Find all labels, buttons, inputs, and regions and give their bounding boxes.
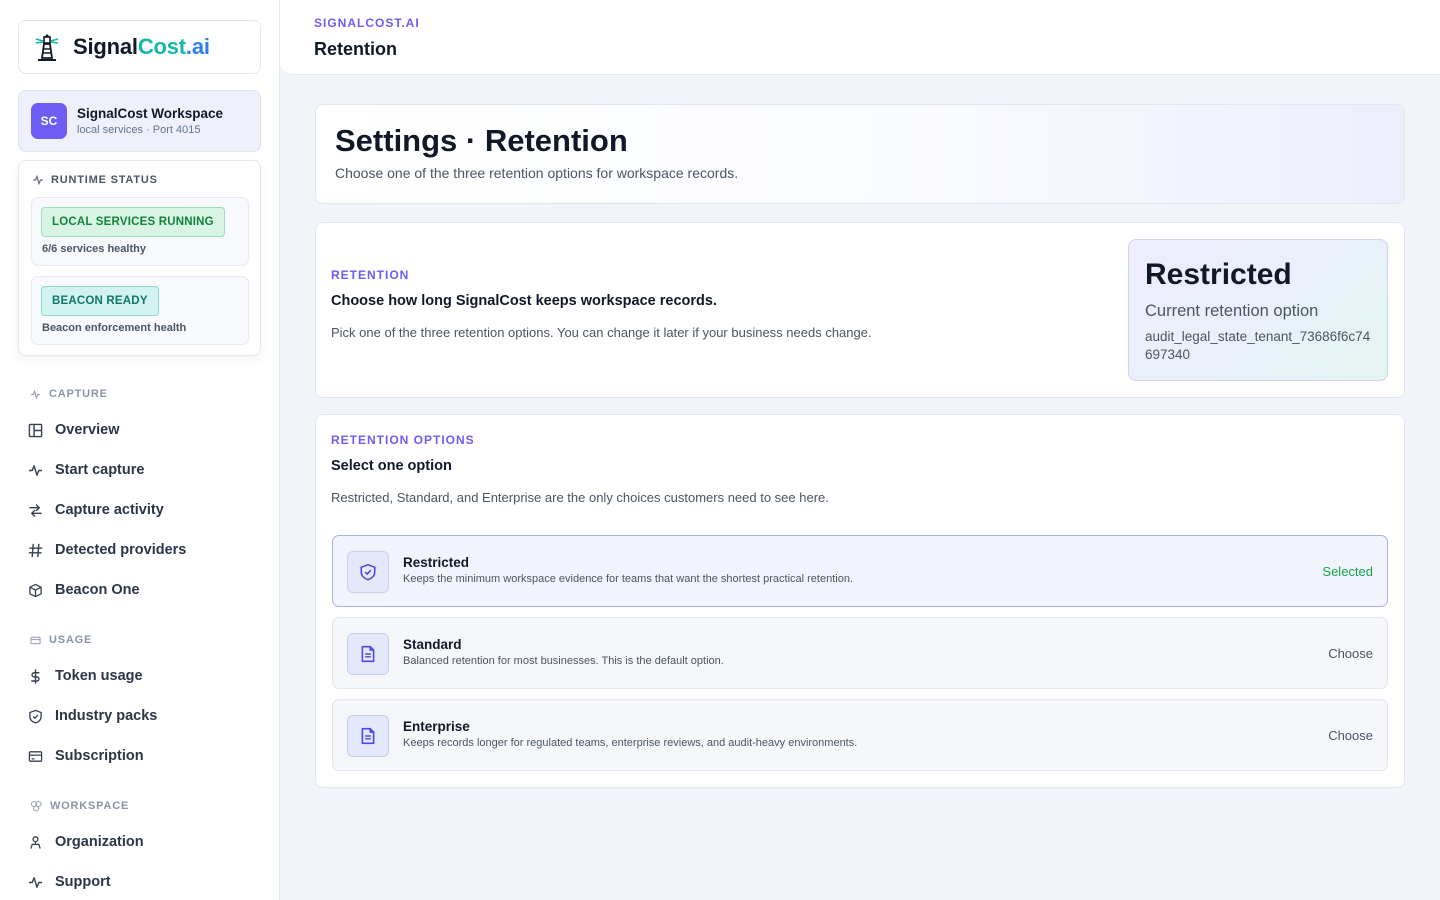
page-title: Retention <box>314 39 397 59</box>
workspace-avatar: SC <box>31 103 67 139</box>
activity-icon <box>28 464 43 476</box>
current-retention-label: Current retention option <box>1145 302 1319 320</box>
status-text: Beacon enforcement health <box>42 322 187 334</box>
hash-icon <box>28 543 43 557</box>
hero-subtitle: Choose one of the three retention option… <box>335 165 739 181</box>
runtime-status-heading: RUNTIME STATUS <box>32 174 158 186</box>
arrows-icon <box>29 503 42 517</box>
document-icon <box>347 715 389 757</box>
workspace-icon <box>30 800 42 812</box>
option-title: Enterprise <box>403 719 470 734</box>
retention-heading: Choose how long SignalCost keeps workspa… <box>331 293 717 309</box>
sidebar-item-overview[interactable]: Overview <box>28 418 258 442</box>
activity-icon <box>30 389 41 399</box>
sidebar-item-token-usage[interactable]: Token usage <box>28 664 258 688</box>
retention-description: Pick one of the three retention options.… <box>331 325 872 340</box>
status-badge: LOCAL SERVICES RUNNING <box>41 207 225 237</box>
workspace-switcher[interactable]: SC SignalCost Workspace local services ·… <box>18 90 261 152</box>
card-icon <box>30 636 41 644</box>
option-description: Keeps records longer for regulated teams… <box>403 737 858 749</box>
option-title: Standard <box>403 637 462 652</box>
shield-icon <box>29 709 42 724</box>
workspace-name: SignalCost Workspace <box>77 106 224 121</box>
sidebar-item-organization[interactable]: Organization <box>28 830 258 854</box>
beacon-status-card: BEACON READY Beacon enforcement health <box>31 276 249 345</box>
services-status-card: LOCAL SERVICES RUNNING 6/6 services heal… <box>31 197 249 266</box>
sidebar: SignalCost.ai SC SignalCost Workspace lo… <box>0 0 280 900</box>
option-choose-button[interactable]: Choose <box>1328 646 1373 661</box>
document-icon <box>347 633 389 675</box>
options-description: Restricted, Standard, and Enterprise are… <box>331 490 829 505</box>
retention-eyebrow: RETENTION <box>331 268 410 282</box>
top-bar: SIGNALCOST.AI Retention <box>280 0 1440 75</box>
option-description: Keeps the minimum workspace evidence for… <box>403 573 853 585</box>
nav-section-workspace: WORKSPACE <box>30 800 129 812</box>
sidebar-item-beacon-one[interactable]: Beacon One <box>28 578 258 602</box>
status-badge: BEACON READY <box>41 286 159 316</box>
options-heading: Select one option <box>331 458 452 474</box>
brand-name: SignalCost.ai <box>73 34 210 59</box>
sidebar-item-support[interactable]: Support <box>28 870 258 894</box>
option-selected-label: Selected <box>1322 564 1373 579</box>
card-icon <box>28 750 43 762</box>
breadcrumb[interactable]: SIGNALCOST.AI <box>314 16 420 30</box>
nav-section-usage: USAGE <box>30 634 92 646</box>
current-retention-box: Restricted Current retention option audi… <box>1128 239 1388 381</box>
retention-card: RETENTION Choose how long SignalCost kee… <box>315 222 1405 398</box>
sidebar-item-industry-packs[interactable]: Industry packs <box>28 704 258 728</box>
option-title: Restricted <box>403 555 470 570</box>
option-standard[interactable]: Standard Balanced retention for most bus… <box>332 617 1388 689</box>
current-retention-id: audit_legal_state_tenant_73686f6c7469734… <box>1145 329 1371 362</box>
options-eyebrow: RETENTION OPTIONS <box>331 433 475 447</box>
current-retention-value: Restricted <box>1145 258 1292 291</box>
workspace-subtitle: local services · Port 4015 <box>77 124 201 136</box>
org-icon <box>30 835 41 849</box>
dollar-icon <box>31 668 40 684</box>
activity-icon <box>28 876 43 888</box>
shield-check-icon <box>347 551 389 593</box>
sidebar-item-subscription[interactable]: Subscription <box>28 744 258 768</box>
sidebar-item-detected-providers[interactable]: Detected providers <box>28 538 258 562</box>
option-choose-button[interactable]: Choose <box>1328 728 1373 743</box>
brand-logo[interactable]: SignalCost.ai <box>18 20 261 74</box>
sidebar-item-start-capture[interactable]: Start capture <box>28 458 258 482</box>
box-icon <box>29 583 42 597</box>
layout-icon <box>28 423 43 437</box>
status-text: 6/6 services healthy <box>42 243 146 255</box>
activity-icon <box>33 174 43 186</box>
option-restricted[interactable]: Restricted Keeps the minimum workspace e… <box>332 535 1388 607</box>
retention-options-card: RETENTION OPTIONS Select one option Rest… <box>315 414 1405 788</box>
lighthouse-icon <box>35 34 59 61</box>
sidebar-item-capture-activity[interactable]: Capture activity <box>28 498 258 522</box>
option-enterprise[interactable]: Enterprise Keeps records longer for regu… <box>332 699 1388 771</box>
settings-hero: Settings · Retention Choose one of the t… <box>315 104 1405 204</box>
hero-title: Settings · Retention <box>335 123 628 158</box>
option-description: Balanced retention for most businesses. … <box>403 655 724 667</box>
nav-section-capture: CAPTURE <box>30 388 108 400</box>
runtime-status-panel: RUNTIME STATUS LOCAL SERVICES RUNNING 6/… <box>18 160 261 356</box>
